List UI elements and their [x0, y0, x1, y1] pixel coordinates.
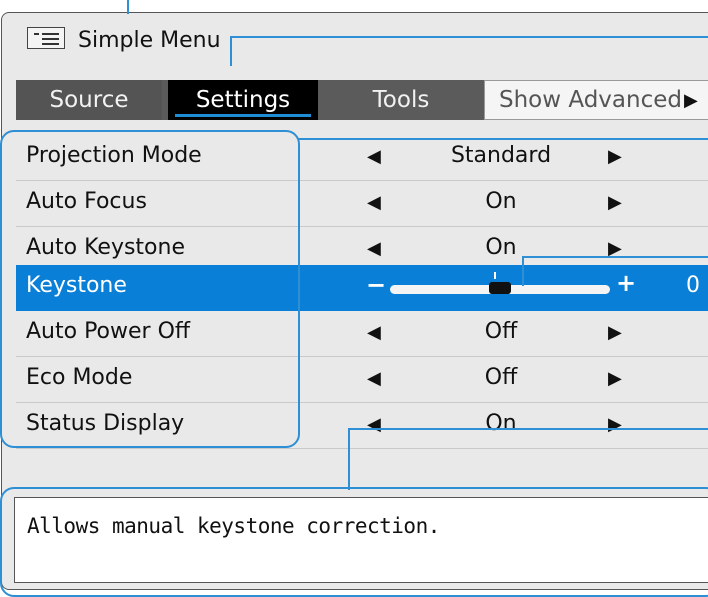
arrow-right-icon[interactable]: ▶	[608, 414, 622, 435]
arrow-left-icon[interactable]: ◀	[367, 146, 381, 167]
arrow-right-icon[interactable]: ▶	[608, 368, 622, 389]
keystone-value: 0	[686, 273, 700, 298]
tab-source[interactable]: Source	[16, 80, 162, 120]
arrow-left-icon[interactable]: ◀	[367, 414, 381, 435]
arrow-left-icon[interactable]: ◀	[367, 192, 381, 213]
keystone-slider-thumb[interactable]	[489, 282, 511, 294]
setting-value: On	[485, 189, 517, 214]
show-advanced-button[interactable]: Show Advanced ▶	[484, 80, 708, 120]
callout-settings-list	[0, 130, 300, 448]
plus-icon[interactable]: +	[616, 269, 636, 297]
arrow-right-icon[interactable]: ▶	[608, 322, 622, 343]
callout-line-options	[298, 138, 708, 140]
arrow-right-icon[interactable]: ▶	[608, 146, 622, 167]
callout-line-description	[348, 428, 350, 490]
callout-line-title	[127, 0, 129, 14]
setting-value: Off	[484, 319, 518, 344]
menu-list-icon	[27, 27, 65, 49]
arrow-left-icon[interactable]: ◀	[367, 238, 381, 259]
callout-line-slider	[522, 256, 524, 286]
tab-settings[interactable]: Settings	[168, 80, 318, 120]
show-advanced-label: Show Advanced	[499, 87, 682, 113]
callout-line-slider	[522, 256, 708, 258]
tab-bar: Source Settings Tools Show Advanced ▶	[16, 80, 708, 120]
slider-center-mark	[494, 272, 496, 279]
setting-value: On	[485, 411, 517, 436]
tab-source-label: Source	[49, 87, 129, 113]
tab-tools[interactable]: Tools	[322, 80, 480, 120]
minus-icon[interactable]: −	[366, 271, 386, 299]
tab-tools-label: Tools	[372, 87, 430, 113]
callout-line-tabs	[230, 36, 232, 66]
setting-value: Standard	[450, 143, 552, 168]
setting-value: Off	[484, 365, 518, 390]
callout-line-description	[348, 428, 708, 430]
tab-settings-label: Settings	[195, 87, 291, 113]
arrow-left-icon[interactable]: ◀	[367, 322, 381, 343]
callout-description	[0, 487, 708, 597]
arrow-left-icon[interactable]: ◀	[367, 368, 381, 389]
active-tab-indicator	[175, 114, 311, 117]
triangle-right-icon: ▶	[683, 89, 698, 111]
window-title: Simple Menu	[78, 28, 221, 53]
callout-line-tabs	[230, 36, 708, 38]
arrow-right-icon[interactable]: ▶	[608, 192, 622, 213]
